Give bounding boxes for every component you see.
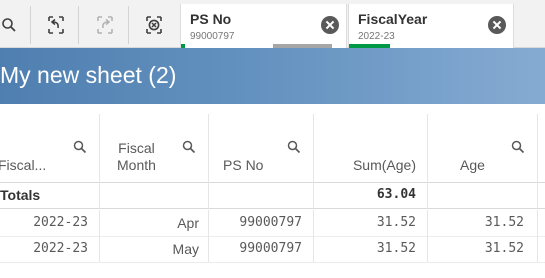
step-forward-button[interactable] (92, 12, 118, 38)
cell-ps-no[interactable]: 99000797 (209, 210, 314, 236)
column-header-fiscal-year[interactable]: Fiscal... (0, 114, 100, 182)
search-icon[interactable] (182, 140, 196, 154)
clear-all-button[interactable] (141, 12, 167, 38)
column-header-label-line1: Fiscal (118, 140, 155, 156)
table-divider (0, 208, 545, 209)
cell-ps-no[interactable]: 99000797 (209, 236, 314, 262)
column-header-label: Age (460, 157, 485, 173)
table-row-divider (0, 262, 545, 263)
cell-fiscal-year[interactable]: 2022-23 (0, 236, 100, 262)
column-header-ps-no[interactable]: PS No (209, 114, 314, 182)
column-header-fiscal-month[interactable]: Fiscal Month (100, 114, 209, 182)
column-header-sum-age[interactable]: Sum(Age) (314, 114, 428, 182)
search-icon (2, 18, 16, 32)
cell-sum-age: 31.52 (314, 210, 428, 236)
clear-all-icon (146, 16, 162, 34)
totals-cell-empty (209, 182, 314, 208)
selections-toolbar: PS No 99000797 FiscalYear 2022-23 (0, 0, 545, 48)
step-forward-icon (97, 16, 113, 34)
cell-age[interactable]: 31.52 (428, 236, 538, 262)
selection-field-value: 99000797 (190, 31, 235, 42)
column-header-label: Sum(Age) (352, 157, 416, 173)
sheet-title-band: My new sheet (2) (0, 48, 545, 104)
selection-field-name: PS No (190, 11, 232, 27)
totals-label: Totals (0, 182, 100, 208)
step-back-icon (48, 16, 64, 34)
selection-chip-ps-no[interactable]: PS No 99000797 (180, 4, 347, 48)
totals-cell-empty (100, 182, 209, 208)
selection-field-name: FiscalYear (358, 11, 428, 27)
search-icon[interactable] (287, 140, 301, 154)
column-header-age[interactable]: Age (428, 114, 538, 182)
search-icon[interactable] (73, 140, 87, 154)
sheet-title: My new sheet (2) (0, 62, 177, 88)
selection-chip-fiscal-year[interactable]: FiscalYear 2022-23 (348, 4, 514, 48)
totals-cell-empty (428, 182, 538, 208)
column-header-label: PS No (223, 157, 264, 173)
toolbar-divider (78, 6, 79, 44)
column-header-label-line2: Month (117, 157, 156, 173)
step-back-button[interactable] (43, 12, 69, 38)
totals-sum-age: 63.04 (314, 182, 428, 208)
search-icon[interactable] (511, 140, 525, 154)
clear-selection-icon[interactable] (488, 16, 506, 34)
clear-selection-icon[interactable] (321, 16, 339, 34)
cell-fiscal-month[interactable]: Apr (100, 210, 209, 236)
cell-age[interactable]: 31.52 (428, 210, 538, 236)
selection-field-value: 2022-23 (358, 31, 395, 42)
cell-fiscal-month[interactable]: May (100, 236, 209, 262)
toolbar-divider (30, 6, 31, 44)
column-header-label: Fiscal Month (117, 140, 156, 174)
column-header-label: Fiscal... (0, 157, 47, 173)
cell-fiscal-year[interactable]: 2022-23 (0, 210, 100, 236)
toolbar-divider (128, 6, 129, 44)
search-selections-button[interactable] (0, 12, 22, 38)
cell-sum-age: 31.52 (314, 236, 428, 262)
